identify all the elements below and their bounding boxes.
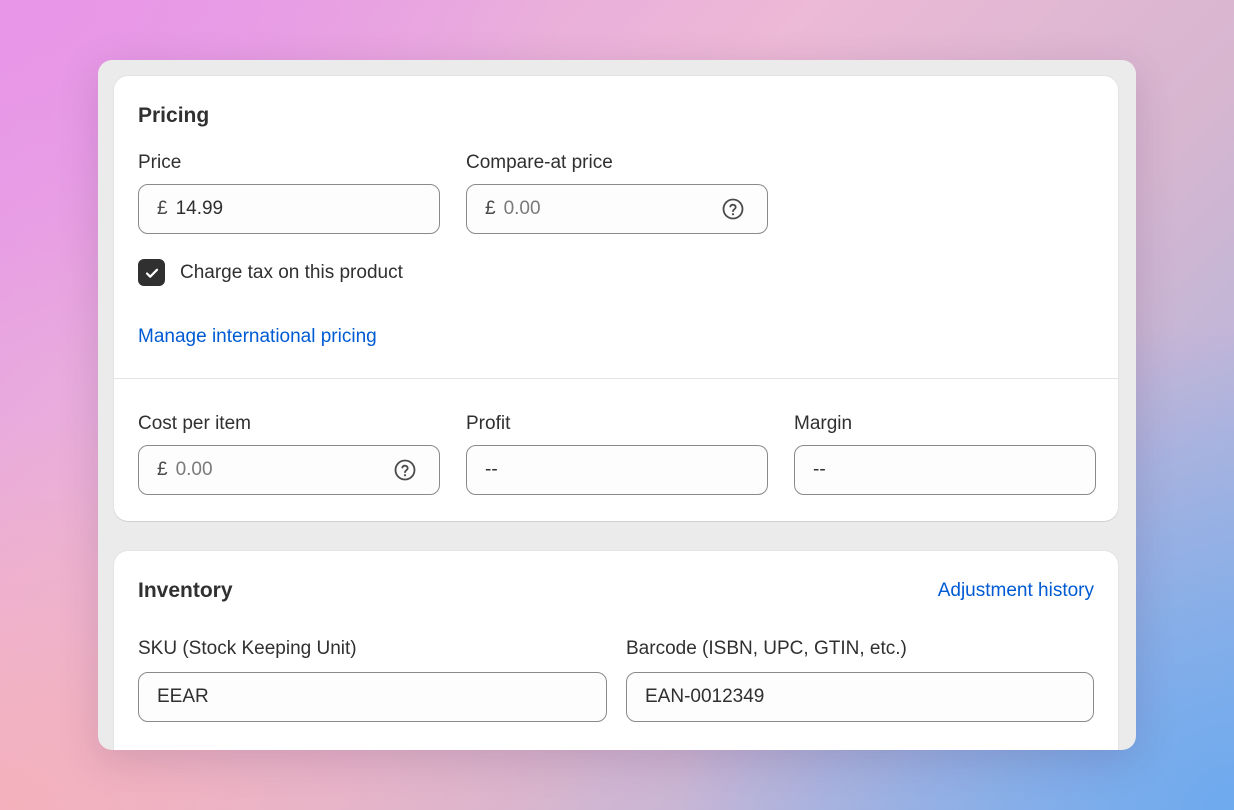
compare-at-currency: £ — [485, 198, 496, 219]
adjustment-history-link[interactable]: Adjustment history — [938, 580, 1094, 602]
compare-at-price-field[interactable]: £ 0.00 — [466, 184, 768, 234]
barcode-value: EAN-0012349 — [645, 686, 765, 707]
margin-value: -- — [813, 459, 826, 480]
pricing-title: Pricing — [138, 104, 210, 127]
price-currency: £ — [157, 198, 168, 219]
manage-international-pricing-link[interactable]: Manage international pricing — [138, 326, 377, 348]
checkmark-icon — [145, 268, 158, 278]
app-window: Pricing Price £ 14.99 Compare-at price £… — [98, 60, 1136, 750]
cost-placeholder: 0.00 — [175, 459, 213, 480]
profit-label: Profit — [466, 413, 511, 434]
compare-at-price-label: Compare-at price — [466, 152, 613, 173]
pricing-divider — [114, 378, 1118, 379]
barcode-input[interactable]: EAN-0012349 — [626, 672, 1094, 722]
charge-tax-checkbox[interactable] — [138, 259, 165, 286]
price-value: 14.99 — [175, 198, 224, 219]
profit-field: -- — [466, 445, 768, 495]
cost-per-item-label: Cost per item — [138, 413, 251, 434]
margin-field: -- — [794, 445, 1096, 495]
barcode-label: Barcode (ISBN, UPC, GTIN, etc.) — [626, 638, 907, 659]
question-circle-icon[interactable] — [393, 458, 417, 482]
cost-currency: £ — [157, 459, 168, 480]
cost-per-item-field[interactable]: £ 0.00 — [138, 445, 440, 495]
charge-tax-label: Charge tax on this product — [180, 262, 403, 283]
sku-value: EEAR — [157, 686, 209, 707]
inventory-card: Inventory Adjustment history SKU (Stock … — [114, 551, 1118, 750]
price-label: Price — [138, 152, 182, 173]
price-field[interactable]: £ 14.99 — [138, 184, 440, 234]
question-circle-icon[interactable] — [721, 197, 745, 221]
profit-value: -- — [485, 459, 498, 480]
pricing-card: Pricing Price £ 14.99 Compare-at price £… — [114, 76, 1118, 521]
inventory-title: Inventory — [138, 579, 233, 602]
sku-input[interactable]: EEAR — [138, 672, 607, 722]
sku-label: SKU (Stock Keeping Unit) — [138, 638, 357, 659]
compare-at-placeholder: 0.00 — [503, 198, 541, 219]
margin-label: Margin — [794, 413, 853, 434]
